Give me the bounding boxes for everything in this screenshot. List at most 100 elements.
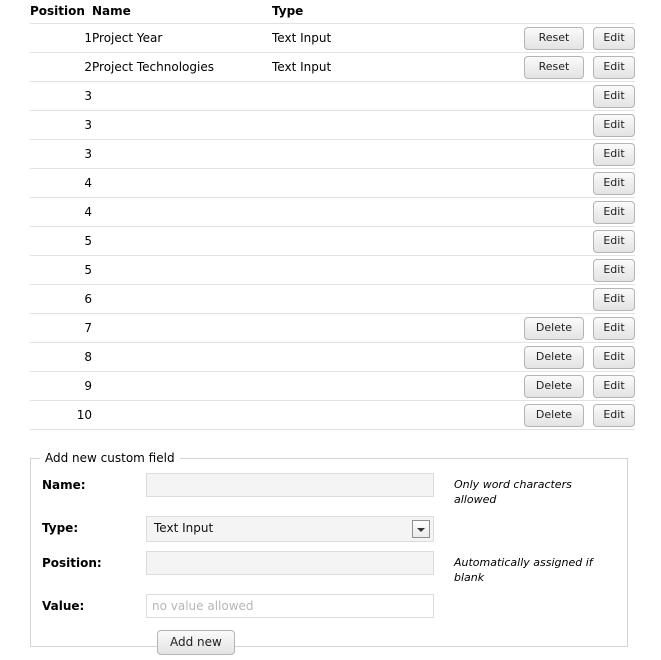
delete-button[interactable]: Delete [524,345,584,369]
table-row: 10 Delete Edit [30,400,635,430]
position-label: Position: [42,556,102,570]
value-label: Value: [42,599,85,613]
table-header: Position Name Type [30,0,635,24]
cell-name [92,342,272,372]
table-row: 4 Edit [30,197,635,227]
table-row: 3 Edit [30,81,635,111]
cell-actions: Delete Edit [504,400,635,430]
value-input[interactable] [146,594,434,618]
cell-name [92,371,272,401]
edit-button[interactable]: Edit [593,374,635,398]
value-hint [436,594,596,598]
cell-position: 7 [30,313,92,343]
reset-button[interactable]: Reset [524,55,584,79]
cell-position: 9 [30,371,92,401]
cell-type [272,284,504,314]
edit-button[interactable]: Edit [593,287,635,311]
table-row: 3 Edit [30,139,635,169]
table-header-row: Position Name Type [30,0,635,24]
table-body: 1 Project Year Text Input Reset Edit 2 Project… [30,23,635,430]
cell-actions: Reset Edit [504,52,635,82]
position-input[interactable] [146,551,434,575]
table-row: 7 Delete Edit [30,313,635,343]
cell-actions: Edit [504,81,635,111]
cell-type [272,255,504,285]
form-row-name: Name: Only word characters allowed [31,473,627,507]
cell-name [92,139,272,169]
cell-position: 8 [30,342,92,372]
column-header-actions [504,0,635,24]
name-control [146,473,436,497]
column-header-position: Position [30,4,85,18]
delete-button[interactable]: Delete [524,403,584,427]
edit-button[interactable]: Edit [593,113,635,137]
cell-position: 4 [30,197,92,227]
edit-button[interactable]: Edit [593,26,635,50]
name-label: Name: [42,478,86,492]
custom-fields-table: Position Name Type 1 Project Year Text Inp… [30,0,635,430]
cell-type [272,400,504,430]
edit-button[interactable]: Edit [593,200,635,224]
cell-type [272,168,504,198]
cell-name [92,400,272,430]
position-control [146,551,436,575]
cell-position: 3 [30,81,92,111]
edit-button[interactable]: Edit [593,345,635,369]
table-row: 1 Project Year Text Input Reset Edit [30,23,635,53]
type-select[interactable]: Text Input [146,516,434,542]
cell-position: 2 [30,52,92,82]
edit-button[interactable]: Edit [593,229,635,253]
table-row: 9 Delete Edit [30,371,635,401]
form-row-position: Position: Automatically assigned if blan… [31,551,627,585]
edit-button[interactable]: Edit [593,316,635,340]
cell-name [92,197,272,227]
cell-type [272,139,504,169]
edit-button[interactable]: Edit [593,55,635,79]
cell-name: Project Year [92,23,272,53]
reset-button[interactable]: Reset [524,26,584,50]
cell-actions: Edit [504,197,635,227]
type-control: Text Input [146,516,436,542]
form-row-submit: Add new [31,630,627,655]
type-select-value: Text Input [154,521,214,535]
edit-button[interactable]: Edit [593,142,635,166]
cell-name [92,110,272,140]
cell-actions: Edit [504,139,635,169]
value-control [146,594,436,618]
delete-button[interactable]: Delete [524,374,584,398]
cell-type [272,197,504,227]
cell-type: Text Input [272,23,504,53]
type-label: Type: [42,521,79,535]
table-row: 8 Delete Edit [30,342,635,372]
cell-actions: Edit [504,110,635,140]
cell-name: Project Technologies [92,52,272,82]
cell-position: 4 [30,168,92,198]
delete-button[interactable]: Delete [524,316,584,340]
cell-type [272,342,504,372]
add-new-button[interactable]: Add new [157,630,235,655]
column-header-name: Name [92,4,131,18]
cell-actions: Delete Edit [504,313,635,343]
cell-actions: Edit [504,168,635,198]
cell-position: 1 [30,23,92,53]
edit-button[interactable]: Edit [593,258,635,282]
edit-button[interactable]: Edit [593,403,635,427]
cell-name [92,313,272,343]
edit-button[interactable]: Edit [593,171,635,195]
cell-name [92,226,272,256]
form-body: Name: Only word characters allowed Type:… [31,465,627,655]
cell-type [272,81,504,111]
chevron-down-icon[interactable] [412,520,430,538]
table-row: 5 Edit [30,255,635,285]
cell-actions: Edit [504,255,635,285]
cell-type [272,371,504,401]
cell-type [272,110,504,140]
name-input[interactable] [146,473,434,497]
cell-actions: Edit [504,284,635,314]
cell-position: 10 [30,400,92,430]
form-row-type: Type: Text Input [31,516,627,542]
edit-button[interactable]: Edit [593,84,635,108]
cell-name [92,284,272,314]
table-row: 3 Edit [30,110,635,140]
cell-position: 3 [30,110,92,140]
